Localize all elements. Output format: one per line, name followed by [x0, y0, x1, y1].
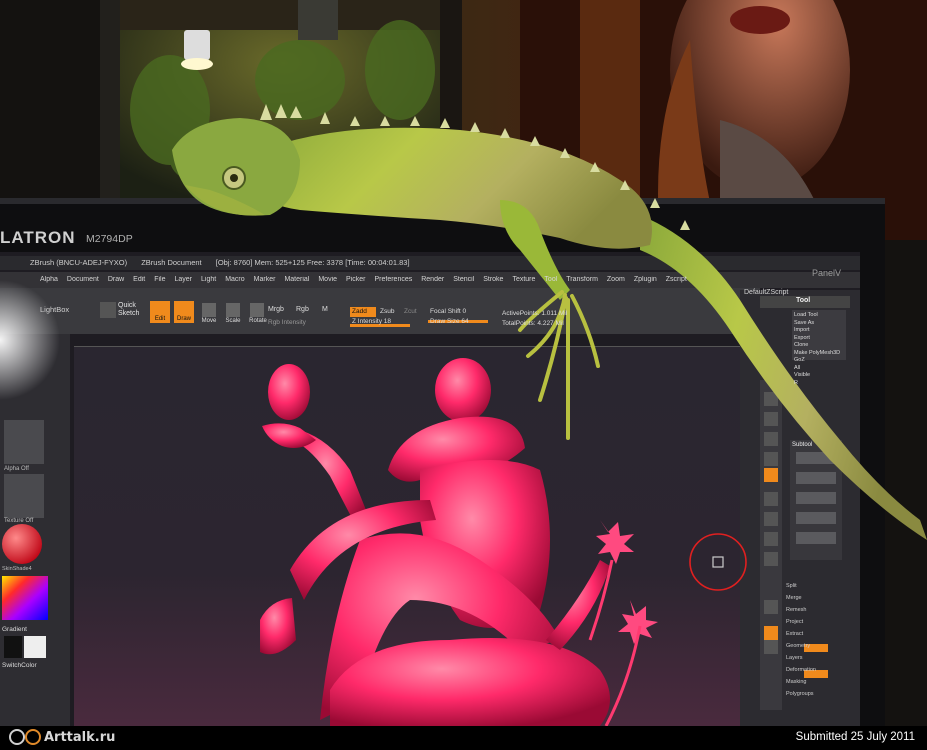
menu-item[interactable]: Zscript [666, 276, 687, 283]
tool-palette-button[interactable]: Import [794, 327, 846, 335]
menu-item[interactable]: Material [284, 276, 309, 283]
menu-item[interactable]: Light [201, 276, 216, 283]
menu-item[interactable]: Preferences [374, 276, 412, 283]
shelf-texture-off[interactable]: Texture Off [4, 518, 33, 524]
menu-item[interactable]: Picker [346, 276, 365, 283]
title-app: ZBrush (BNCU-ADEJ-FYXO) [30, 258, 128, 267]
tool-palette-buttons: Load Tool Save As Import Export Clone Make Po… [794, 312, 846, 387]
shelf-material[interactable]: SkinShade4 [2, 566, 32, 572]
menu-item[interactable]: Layer [175, 276, 193, 283]
toolbar-mrgb[interactable]: Mrgb [268, 306, 284, 313]
menu-item[interactable]: Render [421, 276, 444, 283]
menu-item[interactable]: Edit [133, 276, 145, 283]
toolbar-zsub[interactable]: Zsub [380, 308, 394, 315]
toolbar-rgb-intensity[interactable]: Rgb Intensity [268, 319, 306, 326]
menu-item[interactable]: Zoom [607, 276, 625, 283]
menu-item[interactable]: Alpha [40, 276, 58, 283]
menu-item[interactable]: Movie [318, 276, 337, 283]
title-stats: [Obj: 8760] Mem: 525+125 Free: 3378 [Tim… [215, 258, 410, 267]
photo-scene: LATRON M2794DP PanelV ZBrush (BNCU-ADEJ-… [0, 0, 927, 750]
menu-item[interactable]: Draw [108, 276, 124, 283]
footer-bar [0, 726, 927, 750]
menu-item[interactable]: Zplugin [634, 276, 657, 283]
tool-palette-section[interactable]: Polygroups [786, 688, 836, 700]
tool-palette-button[interactable]: Save As [794, 320, 846, 328]
toolbar-zadd[interactable]: Zadd [352, 308, 367, 315]
toolbar-scale-button[interactable]: Scale [222, 318, 244, 324]
tool-palette-section[interactable]: Deformation [786, 664, 836, 676]
menu-item[interactable]: Stencil [453, 276, 474, 283]
tool-palette-button[interactable]: Load Tool [794, 312, 846, 320]
tool-palette-section[interactable]: Extract [786, 628, 836, 640]
shelf-switch-color[interactable]: SwitchColor [2, 662, 37, 669]
toolbar-m[interactable]: M [322, 306, 328, 313]
tool-palette-button[interactable]: Export [794, 335, 846, 343]
tool-palette-section[interactable]: Remesh [786, 604, 836, 616]
menu-right-script[interactable]: DefaultZScript [744, 289, 788, 296]
menu-item[interactable]: Tool [544, 276, 557, 283]
toolbar-draw-button[interactable]: Draw [174, 316, 194, 322]
menu-item[interactable]: Texture [512, 276, 535, 283]
toolbar-zcut[interactable]: Zcut [404, 308, 417, 315]
zbrush-title-bar: ZBrush (BNCU-ADEJ-FYXO) ZBrush Document … [30, 258, 730, 269]
toolbar-total-points: TotalPoints: 4.227 Mil [502, 320, 564, 327]
menu-item[interactable]: File [154, 276, 165, 283]
tool-palette-section[interactable]: Layers [786, 652, 836, 664]
toolbar-rotate-button[interactable]: Rotate [246, 318, 270, 324]
tool-palette-button[interactable]: GoZ [794, 357, 846, 365]
toolbar-z-intensity[interactable]: Z Intensity 18 [352, 318, 391, 325]
tool-palette-section[interactable]: Project [786, 616, 836, 628]
tool-palette-section[interactable]: Merge [786, 592, 836, 604]
toolbar-lightbox[interactable]: LightBox [40, 305, 69, 314]
toolbar-draw-size[interactable]: Draw Size 64 [430, 318, 469, 325]
submission-credit: Submitted 25 July 2011 [795, 731, 915, 743]
tool-subtool-header[interactable]: Subtool [792, 442, 812, 448]
toolbar-edit-button[interactable]: Edit [150, 316, 170, 322]
tool-palette-button[interactable]: Clone [794, 342, 846, 350]
monitor-model: M2794DP [86, 233, 133, 245]
toolbar-rgb[interactable]: Rgb [296, 306, 309, 313]
menu-item[interactable]: Macro [225, 276, 244, 283]
menu-item[interactable]: Marker [254, 276, 276, 283]
shelf-gradient[interactable]: Gradient [2, 626, 27, 633]
toolbar-focal-shift[interactable]: Focal Shift 0 [430, 308, 466, 315]
tool-palette-button[interactable]: R [794, 380, 846, 388]
zbrush-menu-bar: Alpha Document Draw Edit File Layer Light Macro… [40, 276, 740, 288]
tool-palette-button[interactable]: Make PolyMesh3D [794, 350, 846, 358]
monitor-brand: LATRON [0, 228, 76, 247]
tool-palette-section[interactable]: Masking [786, 676, 836, 688]
toolbar-active-points: ActivePoints: 1.011 Mil [502, 310, 568, 317]
site-logo[interactable]: Arttalk.ru [44, 730, 115, 745]
tool-palette-button[interactable]: All [794, 365, 846, 373]
bezel-right-label: PanelV [812, 268, 842, 278]
toolbar-move-button[interactable]: Move [198, 318, 220, 324]
tool-palette-section[interactable]: Geometry [786, 640, 836, 652]
tool-palette-sections: Split Merge Remesh Project Extract Geometry La… [786, 580, 836, 700]
tool-palette-title[interactable]: Tool [796, 297, 810, 304]
menu-item[interactable]: Stroke [483, 276, 503, 283]
tool-palette-section[interactable]: Split [786, 580, 836, 592]
menu-item[interactable]: Transform [566, 276, 598, 283]
arttalk-logo-icon [9, 729, 41, 745]
menu-item[interactable]: Document [67, 276, 99, 283]
tool-palette-button[interactable]: Visible [794, 372, 846, 380]
shelf-alpha-off[interactable]: Alpha Off [4, 466, 29, 472]
toolbar-quick-sketch[interactable]: Quick Sketch [118, 302, 150, 318]
title-doc: ZBrush Document [141, 258, 202, 267]
